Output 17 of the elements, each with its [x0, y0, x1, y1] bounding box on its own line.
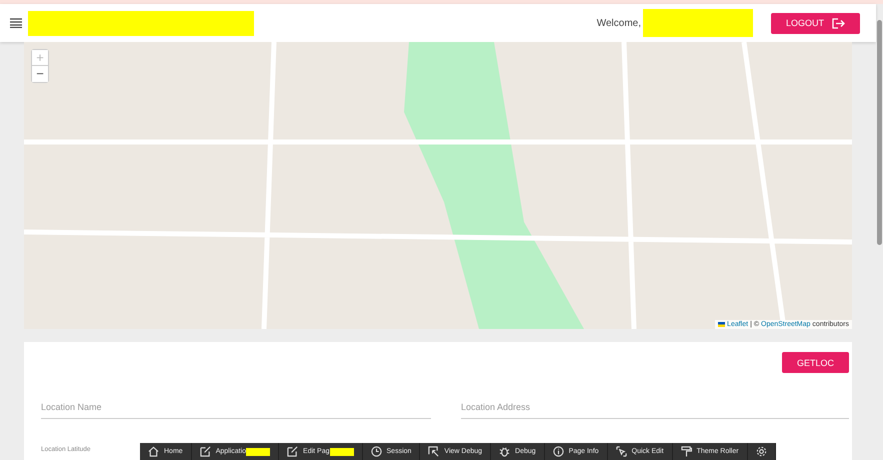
- logout-icon: [832, 18, 845, 28]
- edit-icon: [200, 446, 211, 457]
- menu-icon[interactable]: [10, 18, 22, 28]
- getloc-button[interactable]: GETLOC: [782, 352, 849, 373]
- clock-icon: [370, 446, 382, 457]
- gear-icon: [756, 446, 767, 457]
- welcome-text: Welcome,: [596, 18, 641, 28]
- roller-icon: [680, 446, 692, 457]
- view-icon: [428, 446, 440, 457]
- home-icon: [148, 446, 159, 457]
- info-icon: [552, 446, 564, 457]
- edit-icon: [287, 446, 298, 457]
- flag-icon: [718, 322, 726, 327]
- cursor-icon: [616, 446, 627, 457]
- scrollbar[interactable]: [877, 20, 882, 245]
- logout-button[interactable]: LOGOUT: [771, 12, 860, 34]
- bug-icon: [499, 446, 510, 457]
